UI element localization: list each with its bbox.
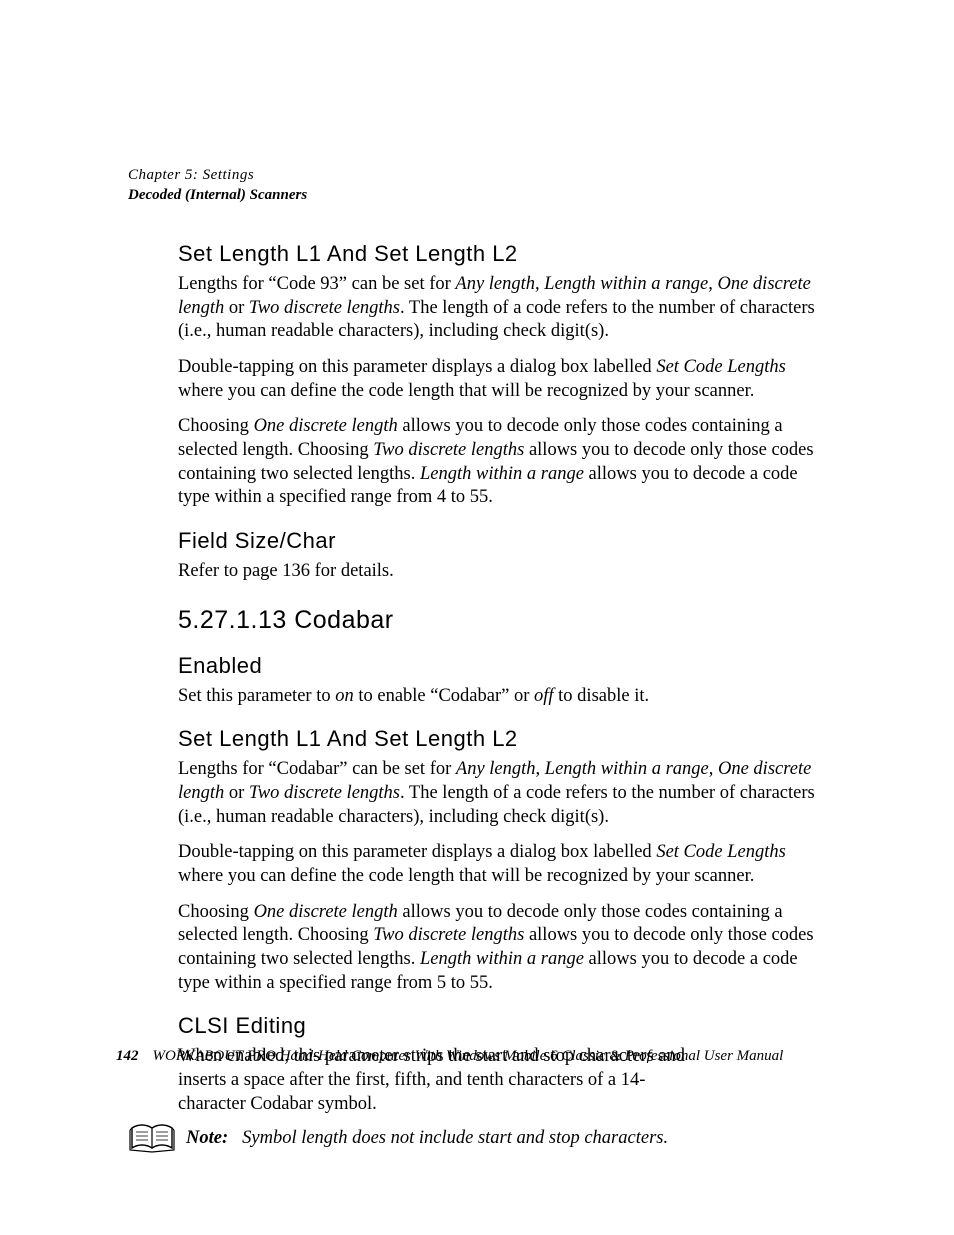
page-content: Set Length L1 And Set Length L2 Lengths … xyxy=(178,241,832,1159)
paragraph: Double-tapping on this parameter display… xyxy=(178,356,832,403)
running-header: Chapter 5: Settings Decoded (Internal) S… xyxy=(128,166,832,205)
heading-set-length-codabar: Set Length L1 And Set Length L2 xyxy=(178,726,832,752)
heading-enabled: Enabled xyxy=(178,653,832,679)
paragraph: Set this parameter to on to enable “Coda… xyxy=(178,685,832,709)
heading-codabar: 5.27.1.13 Codabar xyxy=(178,606,832,635)
paragraph: Choosing One discrete length allows you … xyxy=(178,901,832,996)
note-text: Symbol length does not include start and… xyxy=(242,1128,668,1148)
section-line: Decoded (Internal) Scanners xyxy=(128,186,832,206)
page-footer: 142 WORKABOUT PRO Hand-Held Computer With… xyxy=(116,1048,836,1065)
note-label: Note: xyxy=(186,1128,228,1148)
page-number: 142 xyxy=(116,1048,139,1064)
heading-set-length-93: Set Length L1 And Set Length L2 xyxy=(178,241,832,267)
paragraph: Lengths for “Code 93” can be set for Any… xyxy=(178,273,832,344)
heading-field-size: Field Size/Char xyxy=(178,528,832,554)
chapter-line: Chapter 5: Settings xyxy=(128,166,832,186)
note-block: Note: Symbol length does not include star… xyxy=(128,1128,832,1159)
footer-text: WORKABOUT PRO Hand-Held Computer With Wi… xyxy=(153,1048,784,1064)
paragraph: Refer to page 136 for details. xyxy=(178,560,832,584)
paragraph: Choosing One discrete length allows you … xyxy=(178,415,832,510)
paragraph: Double-tapping on this parameter display… xyxy=(178,841,832,888)
heading-clsi-editing: CLSI Editing xyxy=(178,1013,832,1039)
book-icon xyxy=(128,1122,176,1159)
paragraph: Lengths for “Codabar” can be set for Any… xyxy=(178,758,832,829)
